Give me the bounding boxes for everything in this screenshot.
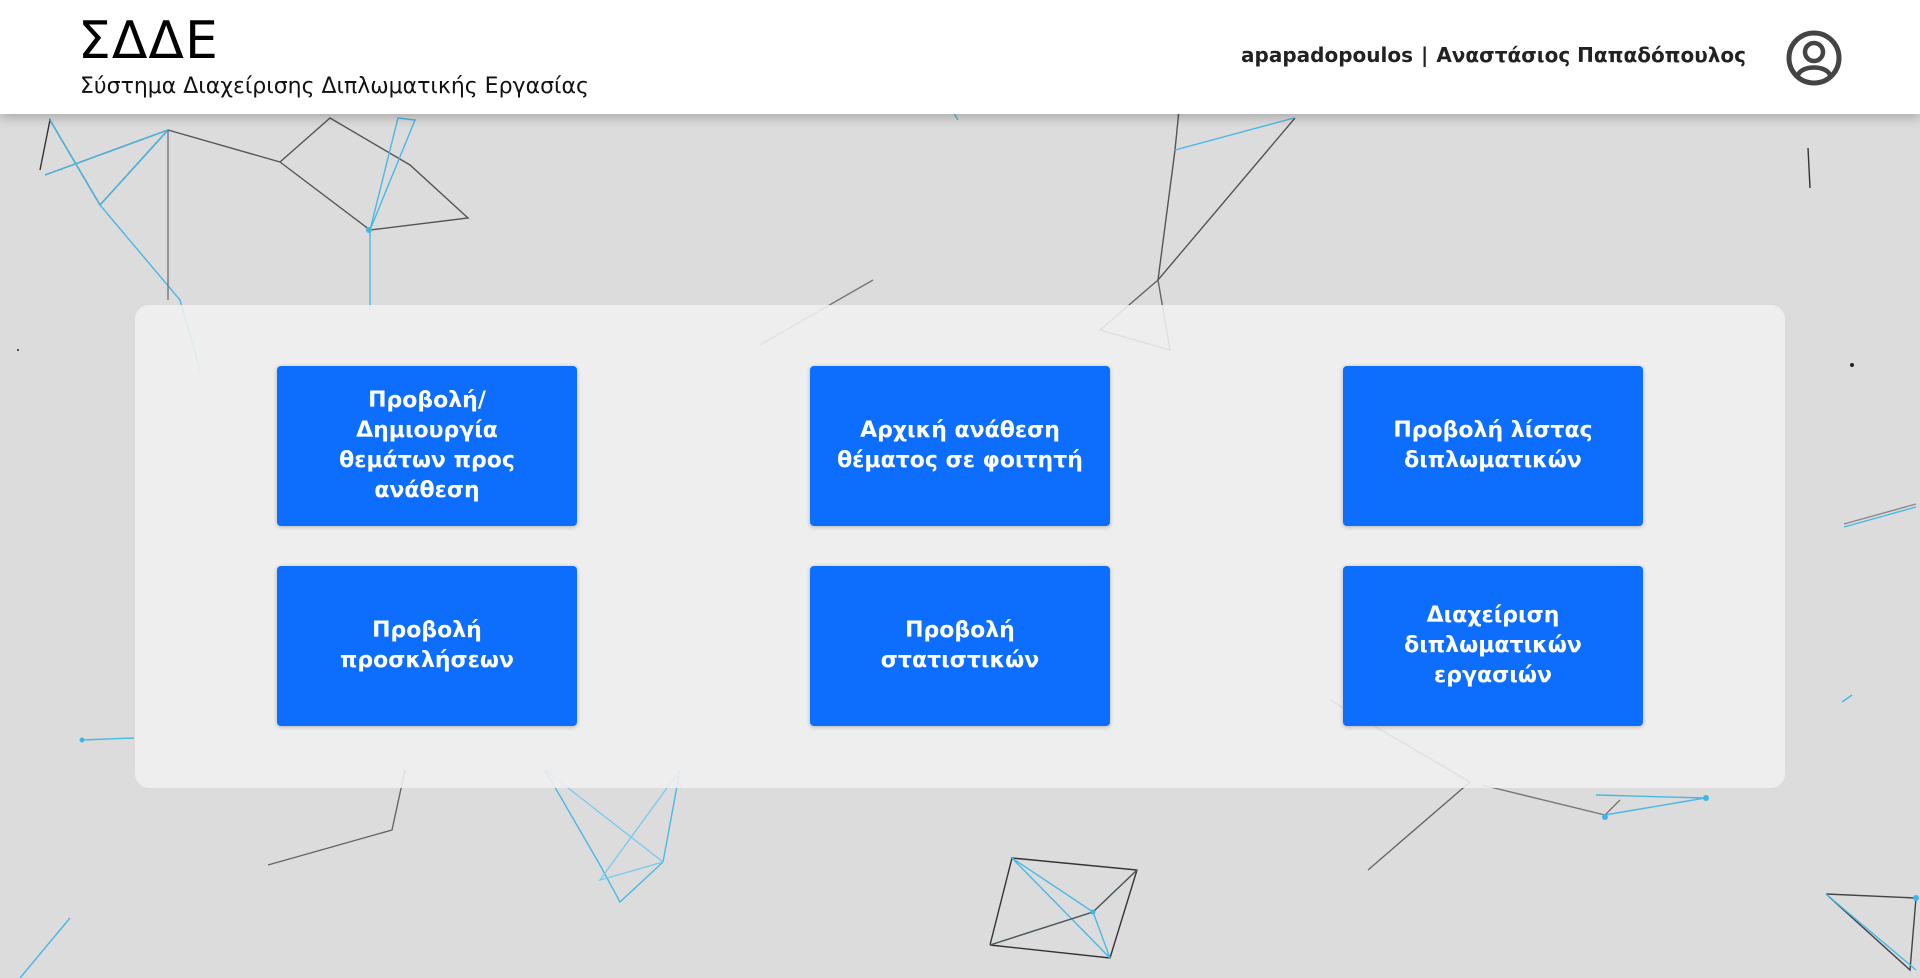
user-circle-icon[interactable]: [1786, 30, 1842, 86]
app-subtitle: Σύστημα Διαχείρισης Διπλωματικής Εργασία…: [80, 74, 589, 99]
user-separator: |: [1421, 43, 1429, 67]
tile-topics-view-create[interactable]: Προβολή/Δημιουργία θεμάτων προς ανάθεση: [277, 366, 577, 526]
tile-theses-list[interactable]: Προβολή λίστας διπλωματικών: [1343, 366, 1643, 526]
tile-invitations[interactable]: Προβολή προσκλήσεων: [277, 566, 577, 726]
user-full-name: Αναστάσιος Παπαδόπουλος: [1436, 43, 1746, 67]
tile-statistics[interactable]: Προβολή στατιστικών: [810, 566, 1110, 726]
app-header: ΣΔΔΕ Σύστημα Διαχείρισης Διπλωματικής Ερ…: [0, 0, 1920, 114]
tile-theses-management[interactable]: Διαχείριση διπλωματικών εργασιών: [1343, 566, 1643, 726]
tile-initial-assignment[interactable]: Αρχική ανάθεση θέματος σε φοιτητή: [810, 366, 1110, 526]
user-info: apapadopoulos | Αναστάσιος Παπαδόπουλος: [1241, 42, 1746, 68]
app-title: ΣΔΔΕ: [78, 11, 219, 71]
username: apapadopoulos: [1241, 43, 1413, 67]
menu-panel: Προβολή/Δημιουργία θεμάτων προς ανάθεση …: [135, 305, 1785, 788]
